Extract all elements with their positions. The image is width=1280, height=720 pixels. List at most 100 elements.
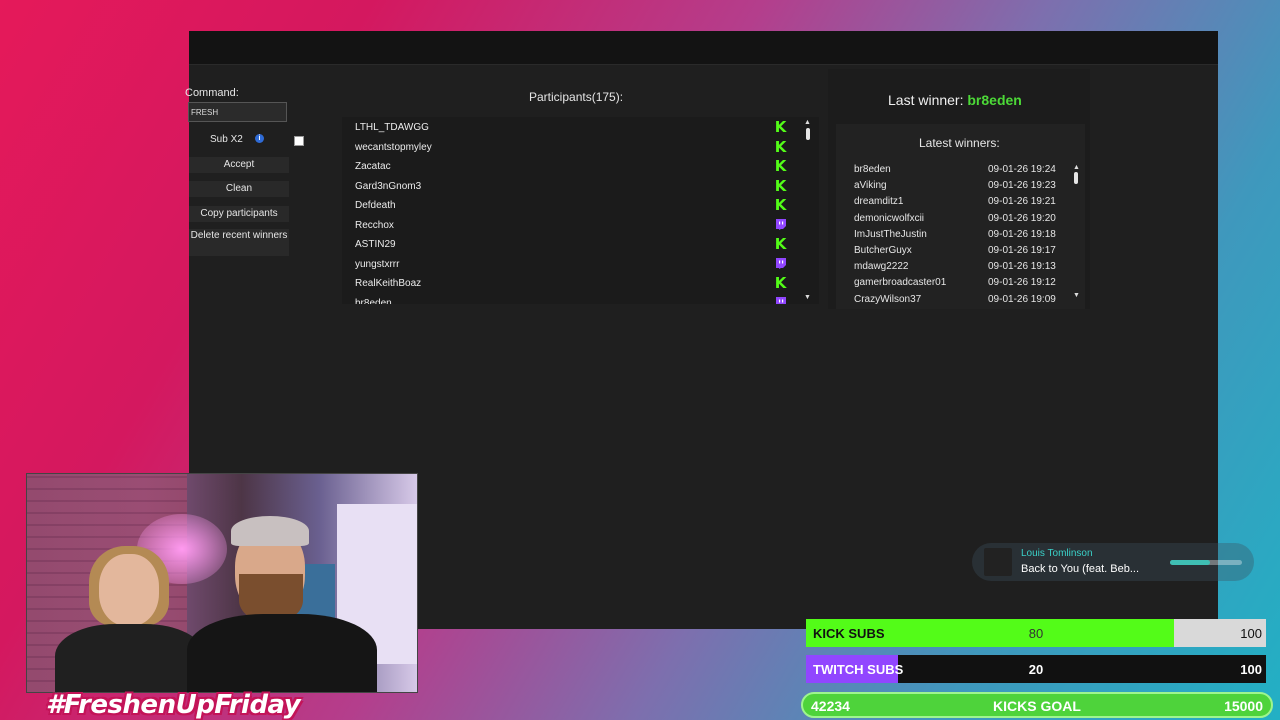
winner-time: 09-01-26 19:13 [988, 261, 1056, 273]
now-playing-progress [1170, 560, 1242, 565]
winner-name: mdawg2222 [854, 261, 909, 273]
kick-icon: K [774, 137, 787, 156]
winner-row: ButcherGuyx 09-01-26 19:17 [836, 243, 1076, 259]
kick-subs-value: 80 [1028, 626, 1044, 641]
kicks-goal-max: 15000 [1224, 698, 1263, 714]
participant-row[interactable]: Zacatac K [342, 157, 792, 176]
twitch-icon [776, 296, 786, 304]
winner-name: br8eden [854, 164, 891, 175]
sub-x2-row: Sub X2 i [189, 131, 304, 149]
kick-icon: K [774, 157, 787, 175]
kick-subs-max: 100 [1240, 626, 1262, 641]
winner-name: dreamditz1 [854, 196, 904, 208]
last-winner-label: Last winner: [888, 92, 964, 108]
now-playing-progress-fill [1170, 560, 1210, 565]
participants-title: Participants(175): [529, 90, 624, 104]
winner-row: ImJustTheJustin 09-01-26 19:18 [836, 227, 1076, 243]
participant-row[interactable]: Recchox [342, 216, 792, 235]
hashtag-banner: #FreshenUpFriday [46, 690, 301, 720]
clean-button[interactable]: Clean [189, 181, 289, 197]
kick-icon: K [774, 274, 787, 292]
sub-x2-label: Sub X2 [210, 134, 243, 145]
winners-panel: Last winner: br8eden Latest winners: br8… [828, 69, 1090, 309]
scroll-down-icon[interactable]: ▼ [804, 294, 811, 301]
participant-name: Zacatac [355, 161, 391, 172]
latest-winners-box: Latest winners: br8eden 09-01-26 19:24 aVi… [836, 124, 1085, 309]
app-top-bar [189, 31, 1218, 64]
latest-winners-title: Latest winners: [919, 136, 1000, 150]
last-winner-name: br8eden [967, 92, 1022, 108]
streamer-1-body [55, 624, 205, 692]
scroll-up-icon[interactable]: ▲ [1073, 164, 1080, 171]
kicks-goal-label: KICKS GOAL [993, 698, 1081, 714]
now-playing-artist: Louis Tomlinson [1021, 548, 1093, 559]
winner-row: mdawg2222 09-01-26 19:13 [836, 259, 1076, 275]
twitch-icon [776, 257, 786, 269]
winner-name: gamerbroadcaster01 [854, 277, 947, 289]
streamer-1 [99, 554, 159, 626]
kick-icon: K [774, 118, 787, 136]
kick-icon: K [774, 235, 787, 253]
streamer-2-cap [231, 516, 309, 546]
participant-row[interactable]: Defdeath K [342, 196, 792, 215]
winner-time: 09-01-26 19:20 [988, 212, 1056, 224]
copy-participants-button[interactable]: Copy participants [189, 206, 289, 222]
participant-name: ASTIN29 [355, 239, 396, 250]
participant-row[interactable]: br8eden [342, 294, 792, 305]
participant-name: br8eden [355, 297, 392, 305]
album-art [984, 548, 1012, 576]
command-input[interactable] [188, 102, 287, 122]
command-label: Command: [185, 87, 239, 99]
divider [189, 64, 1218, 65]
participant-name: wecantstopmyley [355, 141, 432, 153]
participant-row[interactable]: wecantstopmyley K [342, 138, 792, 157]
winners-scrollbar[interactable] [1074, 172, 1078, 184]
winner-time: 09-01-26 19:21 [988, 196, 1056, 208]
scroll-up-icon[interactable]: ▲ [804, 119, 811, 126]
kicks-goal-bar: 42234 KICKS GOAL 15000 [801, 692, 1273, 718]
kick-subs-goal: KICK SUBS 80 100 [806, 619, 1266, 647]
winner-time: 09-01-26 19:23 [988, 180, 1056, 192]
participant-row[interactable]: Gard3nGnom3 K [342, 177, 792, 196]
streamer-2-body [187, 614, 377, 692]
winner-time: 09-01-26 19:24 [988, 164, 1056, 175]
winner-row: dreamditz1 09-01-26 19:21 [836, 194, 1076, 210]
participant-name: Gard3nGnom3 [355, 180, 422, 192]
webcam-feed [26, 473, 418, 693]
participant-name: Recchox [355, 219, 394, 231]
now-playing-title: Back to You (feat. Beb... [1021, 563, 1140, 575]
twitch-subs-value: 20 [1028, 662, 1044, 677]
accept-button[interactable]: Accept [189, 157, 289, 173]
info-icon[interactable]: i [255, 134, 264, 143]
participant-name: RealKeithBoaz [355, 278, 422, 289]
kick-icon: K [774, 196, 787, 214]
winner-time: 09-01-26 19:17 [988, 245, 1056, 256]
kick-icon: K [774, 176, 787, 195]
participant-row[interactable]: ASTIN29 K [342, 235, 792, 254]
participant-name: Defdeath [355, 200, 396, 211]
winner-row: demonicwolfxcii 09-01-26 19:20 [836, 211, 1076, 227]
participant-row[interactable]: RealKeithBoaz K [342, 274, 792, 293]
winner-name: aViking [854, 180, 887, 192]
participant-row[interactable]: LTHL_TDAWGG K [342, 118, 792, 137]
twitch-icon [776, 218, 786, 230]
winner-row: aViking 09-01-26 19:23 [836, 178, 1076, 194]
sub-x2-checkbox[interactable] [294, 136, 304, 146]
now-playing-widget: Louis Tomlinson Back to You (feat. Beb..… [972, 543, 1254, 581]
latest-winners-list[interactable]: br8eden 09-01-26 19:24 aViking 09-01-26 19:… [836, 162, 1085, 304]
winner-time: 09-01-26 19:12 [988, 277, 1056, 289]
winner-time: 09-01-26 19:09 [988, 293, 1056, 304]
scroll-down-icon[interactable]: ▼ [1073, 292, 1080, 299]
last-winner: Last winner: br8eden [888, 92, 1022, 108]
winner-row: br8eden 09-01-26 19:24 [836, 162, 1076, 178]
participant-row[interactable]: yungstxrrr [342, 255, 792, 274]
participants-list[interactable]: LTHL_TDAWGG Kwecantstopmyley K Zacatac K Gard… [342, 117, 819, 304]
participants-scrollbar[interactable] [806, 128, 810, 140]
participant-name: yungstxrrr [355, 258, 400, 270]
winner-row: CrazyWilson37 09-01-26 19:09 [836, 292, 1076, 304]
winner-row: gamerbroadcaster01 09-01-26 19:12 [836, 275, 1076, 291]
winner-name: ImJustTheJustin [854, 228, 927, 240]
winner-name: ButcherGuyx [854, 245, 912, 256]
delete-recent-winners-button[interactable]: Delete recent winners [189, 229, 289, 256]
twitch-subs-goal: TWITCH SUBS 20 100 [806, 655, 1266, 683]
